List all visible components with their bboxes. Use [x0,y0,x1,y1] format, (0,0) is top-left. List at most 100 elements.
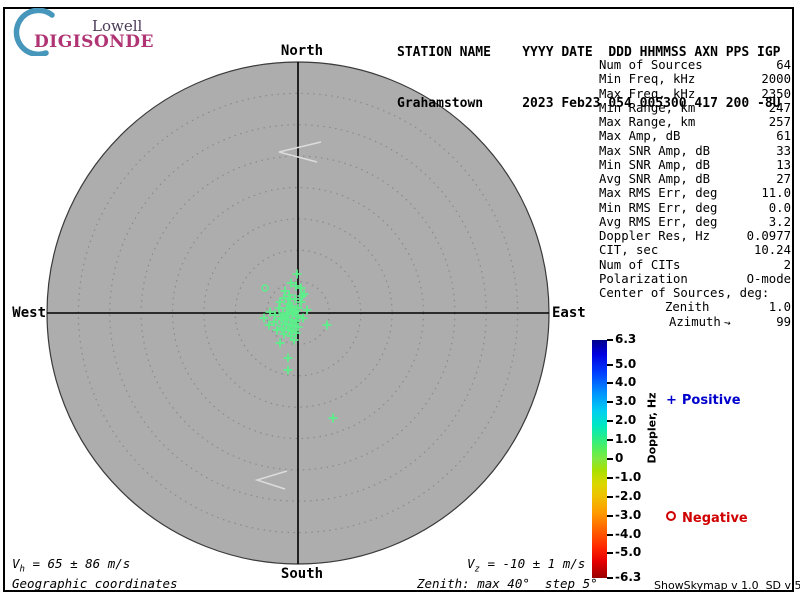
colorbar-tick [607,533,613,536]
logo-digisonde-text: DIGISONDE [34,32,154,52]
stat-row-min-rms-err-deg: Min RMS Err, deg 0.0 [599,201,791,215]
colorbar-tick [607,439,613,442]
stat-row-max-snr-amp-db: Max SNR Amp, dB 33 [599,144,791,158]
stat-row-max-rms-err-deg: Max RMS Err, deg 11.0 [599,186,791,200]
stat-label: Min Range, km [599,100,696,115]
colorbar-tick-label: 4.0 [615,375,637,390]
stat-value: 64 [776,58,791,72]
lowell-digisonde-logo: Lowell DIGISONDE [10,8,180,56]
colorbar-tick-label: 3.0 [615,394,637,409]
colorbar-tick [607,363,613,366]
stat-row-num-of-sources: Num of Sources 64 [599,58,791,72]
colorbar-tick-label: -2.0 [615,488,642,503]
measurement-stats-panel: Num of Sources 64 Min Freq, kHz 2000 Max Fre… [599,58,791,329]
stat-value: 99 [776,314,791,329]
stat-label: Min RMS Err, deg [599,200,718,215]
vh-symbol: V [12,556,20,571]
stat-value: 61 [776,129,791,144]
stat-row-min-snr-amp-db: Min SNR Amp, dB 13 [599,158,791,172]
legend-negative: Negative [666,511,748,526]
stat-row-polarization: Polarization O-mode [599,272,791,286]
stat-value: 11.0 [761,186,791,201]
stat-label: Max Amp, dB [599,129,681,144]
stat-label: Avg RMS Err, deg [599,214,718,229]
stat-row-min-freq-khz: Min Freq, kHz 2000 [599,72,791,86]
vz-value: = -10 ± 1 m/s [479,556,586,571]
colorbar-tick [607,577,613,579]
colorbar-tick [607,495,613,498]
stat-row-center-of-sources-deg: Center of Sources, deg: [599,286,791,300]
doppler-axis-label: Doppler, Hz [645,392,659,464]
colorbar-tick-label: -4.0 [615,526,642,541]
stat-value: 257 [768,115,791,129]
colorbar-tick [607,458,613,460]
legend-positive: + Positive [666,393,741,408]
colorbar-tick-label: -3.0 [615,507,642,522]
stat-row-max-amp-db: Max Amp, dB 61 [599,129,791,143]
legend-positive-label: Positive [681,393,741,408]
positive-marker-icon: + [666,393,677,408]
stat-value: 2350 [761,86,791,101]
compass-north-label: North [280,43,324,59]
stat-label: Center of Sources, deg: [599,286,770,300]
stat-label: Max Range, km [599,115,696,129]
stat-label: Polarization [599,271,688,286]
stat-label: Num of CITs [599,257,681,272]
colorbar-tick [607,476,613,479]
colorbar-tick-label: 1.0 [615,432,637,447]
stat-row-zenith: Zenith 1.0 [599,300,791,314]
software-version-label: ShowSkymap v 1.0 SD v 5.1 [654,579,800,592]
stat-label: Min Freq, kHz [599,72,696,87]
colorbar-tick-label: -1.0 [615,469,642,484]
compass-south-label: South [280,566,324,582]
stat-label: Azimuth → [669,314,732,329]
stat-row-min-range-km: Min Range, km 247 [599,101,791,115]
stat-label: Min SNR Amp, dB [599,157,711,172]
vh-value: = 65 ± 86 m/s [24,556,131,571]
stat-row-doppler-res-hz: Doppler Res, Hz 0.0977 [599,229,791,243]
stat-value: 3.2 [768,214,791,229]
stat-label: Max RMS Err, deg [599,186,718,201]
stat-row-avg-snr-amp-db: Avg SNR Amp, dB 27 [599,172,791,186]
colorbar-tick [607,401,613,404]
colorbar-tick [607,339,613,341]
stat-label: Max Freq, kHz [599,86,696,101]
compass-east-label: East [552,305,586,321]
stat-value: 247 [768,100,791,115]
colorbar-tick-label: 6.3 [615,332,637,346]
stat-row-cit-sec: CIT, sec 10.24 [599,243,791,257]
colorbar-tick [607,514,613,517]
colorbar-tick [607,420,613,423]
stat-row-num-of-cits: Num of CITs 2 [599,258,791,272]
stat-value: 33 [776,143,791,158]
stat-row-max-range-km: Max Range, km 257 [599,115,791,129]
colorbar-tick-label: -5.0 [615,545,642,560]
stat-value: 13 [776,157,791,172]
vertical-velocity-readout: Vz = -10 ± 1 m/s [467,556,585,575]
colorbar-tick-label: 5.0 [615,356,637,371]
stat-row-avg-rms-err-deg: Avg RMS Err, deg 3.2 [599,215,791,229]
stat-value: 0.0 [768,200,791,215]
colorbar-tick [607,552,613,555]
stat-value: 1.0 [768,300,791,315]
stat-value: O-mode [746,271,791,286]
stat-label: Zenith [665,300,710,315]
colorbar-tick-label: 0 [615,451,624,465]
legend-negative-label: Negative [682,511,748,526]
stat-value: 0.0977 [746,229,791,243]
doppler-colorbar [592,340,607,578]
stat-label: Doppler Res, Hz [599,229,711,243]
stat-value: 2000 [761,72,791,87]
stat-row-azimuth: Azimuth → 99 [599,315,791,329]
coordinate-system-label: Geographic coordinates [12,576,178,591]
stat-label: Max SNR Amp, dB [599,143,711,158]
azimuth-direction-arrow-icon: → [722,315,732,329]
stat-value: 10.24 [753,243,791,258]
stat-label: Num of Sources [599,58,703,72]
zenith-scale-note: Zenith: max 40° step 5° [417,576,598,591]
colorbar-tick-label: 2.0 [615,413,637,428]
stat-label: Avg SNR Amp, dB [599,172,711,186]
stat-row-max-freq-khz: Max Freq, kHz 2350 [599,87,791,101]
stat-value: 2 [783,257,791,272]
horizontal-velocity-readout: Vh = 65 ± 86 m/s [12,556,130,575]
